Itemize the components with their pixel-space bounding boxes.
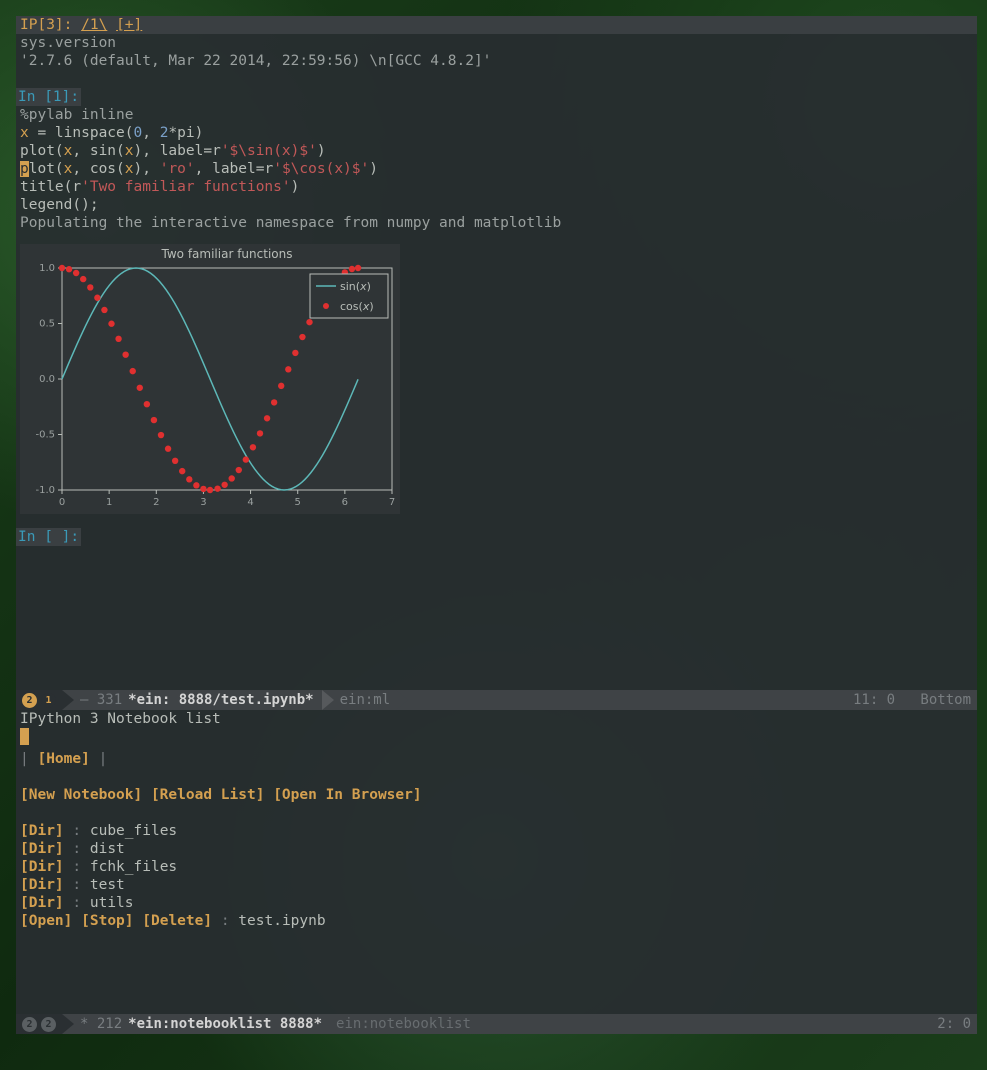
tab-active[interactable]: /1\ <box>81 17 107 33</box>
output-line: sys.version <box>16 34 977 52</box>
in-prompt-empty[interactable]: In [ ]: <box>16 528 81 546</box>
code-line[interactable]: legend(); <box>16 196 977 214</box>
status-circle: 1 <box>41 693 56 708</box>
code-line[interactable]: %pylab inline <box>16 106 977 124</box>
notebooklist-title: IPython 3 Notebook list <box>20 710 973 728</box>
svg-text:3: 3 <box>200 497 206 508</box>
notebooklist-pane: IPython 3 Notebook list | [Home] | [New … <box>16 710 977 1033</box>
mode-name: ein:notebooklist <box>330 1015 477 1033</box>
dir-name[interactable]: cube_files <box>90 823 177 839</box>
svg-text:7: 7 <box>389 497 395 508</box>
modeline-top: 2 1 — 331 *ein: 8888/test.ipynb* ein:ml … <box>16 690 977 710</box>
buffer-name: *ein: 8888/test.ipynb* <box>128 691 313 709</box>
chart: Two familiar functions 0 1 2 3 4 5 6 7 -1.0 -0.5 0.… <box>20 244 400 514</box>
buffer-name: *ein:notebooklist 8888* <box>128 1015 322 1033</box>
dir-tag[interactable]: [Dir] <box>20 895 64 911</box>
dir-tag[interactable]: [Dir] <box>20 877 64 893</box>
delete-button[interactable]: [Delete] <box>142 913 212 929</box>
dir-name[interactable]: utils <box>90 895 134 911</box>
status-circle: 2 <box>41 1017 56 1032</box>
tab-bar: IP[3]: /1\ [+] <box>16 16 977 34</box>
output-populate: Populating the interactive namespace fro… <box>16 214 977 232</box>
svg-text:0.0: 0.0 <box>39 374 55 385</box>
status-circle: 2 <box>22 1017 37 1032</box>
svg-text:Two familiar functions: Two familiar functions <box>161 247 293 261</box>
svg-text:-1.0: -1.0 <box>35 485 55 496</box>
open-browser-button[interactable]: [Open In Browser] <box>273 787 421 803</box>
svg-text:0.5: 0.5 <box>39 319 55 330</box>
dir-tag[interactable]: [Dir] <box>20 859 64 875</box>
reload-list-button[interactable]: [Reload List] <box>151 787 265 803</box>
svg-text:cos(x): cos(x) <box>340 300 374 313</box>
open-button[interactable]: [Open] <box>20 913 72 929</box>
tab-add[interactable]: [+] <box>116 17 142 33</box>
svg-text:4: 4 <box>247 497 253 508</box>
svg-text:-0.5: -0.5 <box>35 430 55 441</box>
in-prompt: In [1]: <box>16 88 81 106</box>
svg-text:5: 5 <box>295 497 301 508</box>
stop-button[interactable]: [Stop] <box>81 913 133 929</box>
dir-name[interactable]: fchk_files <box>90 859 177 875</box>
notebook-pane: IP[3]: /1\ [+] sys.version '2.7.6 (defau… <box>16 16 977 690</box>
code-line[interactable]: plot(x, sin(x), label=r'$\sin(x)$') <box>16 142 977 160</box>
cursor: p <box>20 161 29 177</box>
svg-text:6: 6 <box>342 497 348 508</box>
output-line: '2.7.6 (default, Mar 22 2014, 22:59:56) … <box>16 52 977 70</box>
code-line[interactable]: title(r'Two familiar functions') <box>16 178 977 196</box>
svg-text:2: 2 <box>153 497 159 508</box>
status-circle: 2 <box>22 693 37 708</box>
dir-tag[interactable]: [Dir] <box>20 841 64 857</box>
dir-name[interactable]: test <box>90 877 125 893</box>
ip-label: IP[3]: <box>20 17 72 33</box>
code-line[interactable]: plot(x, cos(x), 'ro', label=r'$\cos(x)$'… <box>16 160 977 178</box>
mode-name: ein:ml <box>334 691 397 709</box>
new-notebook-button[interactable]: [New Notebook] <box>20 787 142 803</box>
svg-text:sin(x): sin(x) <box>340 280 371 293</box>
plot-output: Two familiar functions 0 1 2 3 4 5 6 7 -1.0 -0.5 0.… <box>20 244 400 514</box>
cursor <box>20 728 29 745</box>
svg-text:1: 1 <box>106 497 112 508</box>
file-name[interactable]: test.ipynb <box>238 913 325 929</box>
svg-text:1.0: 1.0 <box>39 263 55 274</box>
code-line[interactable]: x = linspace(0, 2*pi) <box>16 124 977 142</box>
dir-name[interactable]: dist <box>90 841 125 857</box>
dir-tag[interactable]: [Dir] <box>20 823 64 839</box>
modeline-bottom: 2 2 * 212 *ein:notebooklist 8888* ein:no… <box>16 1014 977 1034</box>
svg-text:0: 0 <box>59 497 65 508</box>
home-link[interactable]: [Home] <box>37 751 89 767</box>
